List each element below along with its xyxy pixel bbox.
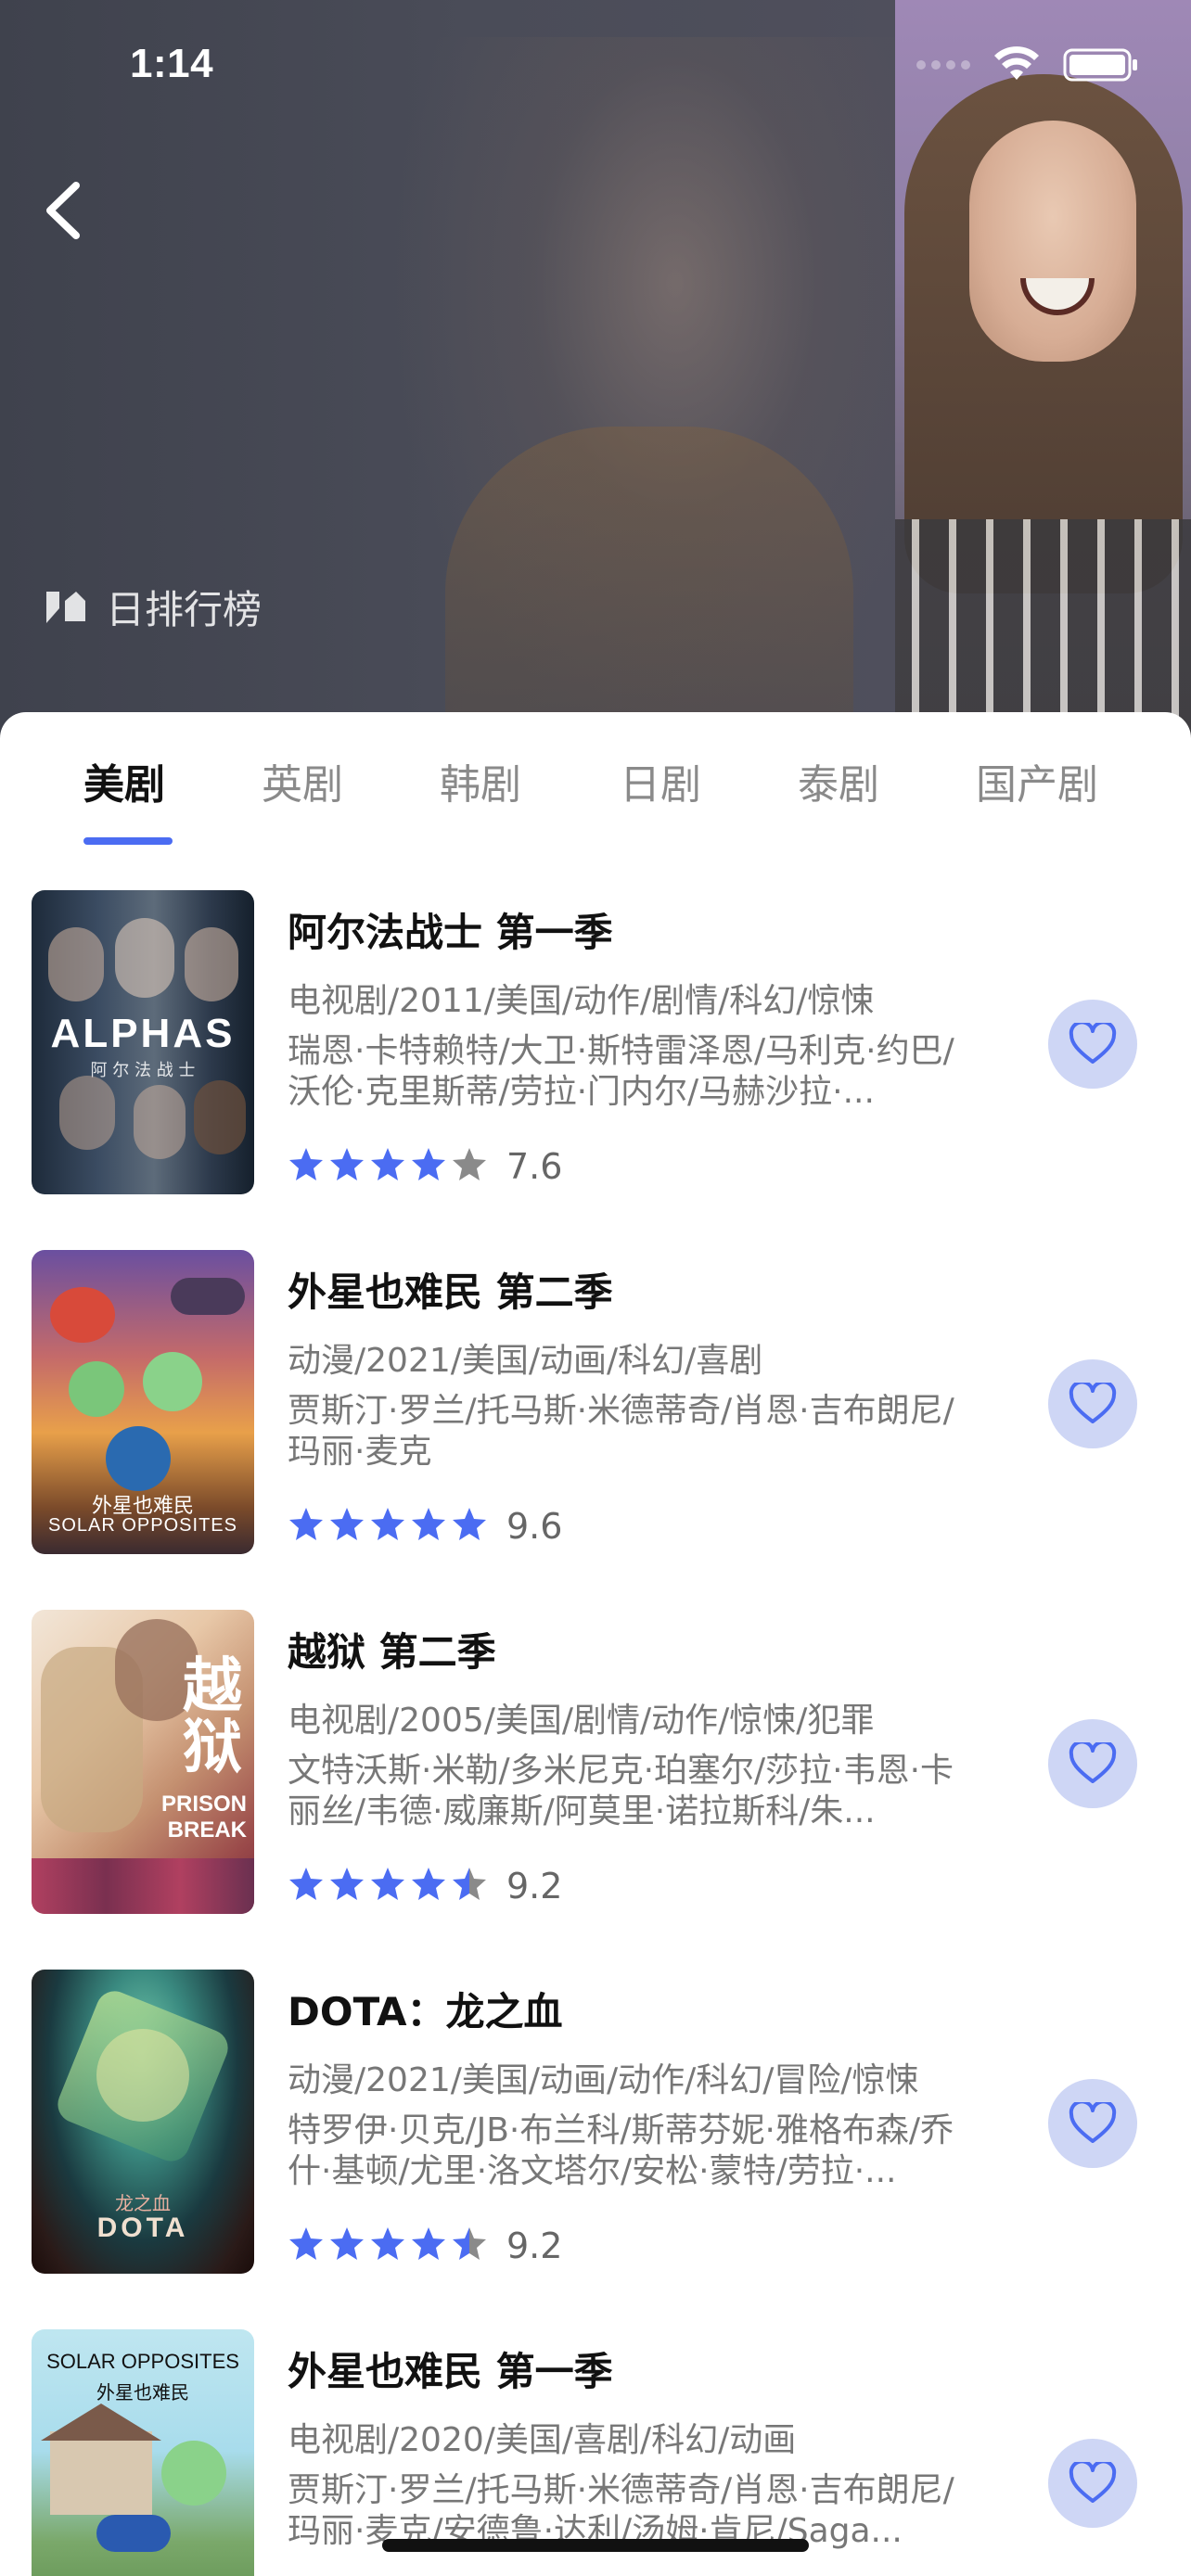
heart-icon (1069, 2462, 1117, 2503)
item-meta: 动漫/2021/美国/动画/科幻/喜剧 (288, 1342, 763, 1380)
banner-photo-right (895, 0, 1191, 742)
favorite-button[interactable] (1048, 1359, 1137, 1448)
banner-photo-face (969, 121, 1136, 362)
rating-score: 9.2 (506, 1866, 563, 1906)
active-tab-indicator (83, 837, 173, 845)
poster-subtitle: PRISON BREAK (160, 1792, 247, 1843)
tab-uk-drama[interactable]: 英剧 (262, 751, 343, 810)
poster-image: 外星也难民 SOLAR OPPOSITES (32, 1250, 254, 1554)
heart-icon (1069, 1023, 1117, 1064)
poster-title: 外星也难民 (96, 2381, 189, 2404)
poster-subtitle: 龙之血 (115, 2192, 171, 2214)
rating: 9.2 (288, 2225, 562, 2266)
home-indicator[interactable] (382, 2539, 809, 2552)
tab-thai-drama[interactable]: 泰剧 (798, 751, 879, 810)
tab-us-drama[interactable]: 美剧 (83, 751, 165, 810)
heart-icon (1069, 1742, 1117, 1783)
star-rating-icon (288, 2225, 492, 2266)
rating: 9.2 (288, 1866, 562, 1906)
heart-icon (1069, 2102, 1117, 2143)
banner-photo-left (390, 37, 909, 742)
item-cast: 特罗伊·贝克/JB·布兰科/斯蒂芬妮·雅格布森/乔什·基顿/尤里·洛文塔尔/安松… (288, 2111, 954, 2190)
favorite-button[interactable] (1048, 1000, 1137, 1089)
star-rating-icon (288, 1506, 492, 1547)
heart-icon (1069, 1383, 1117, 1423)
item-title[interactable]: DOTA：龙之血 (288, 1981, 562, 2037)
favorite-button[interactable] (1048, 1719, 1137, 1808)
header-banner: 1:14 日排行榜 (0, 0, 1191, 742)
daily-ranking-label: 日排行榜 (43, 579, 262, 635)
status-icons (916, 46, 1139, 83)
item-title[interactable]: 外星也难民 第二季 (288, 1261, 613, 1318)
rating: 9.6 (288, 1506, 562, 1547)
rank-list-icon (46, 591, 85, 623)
poster-subtitle: SOLAR OPPOSITES (46, 2350, 239, 2373)
poster-image: 越狱 PRISON BREAK (32, 1610, 254, 1914)
tab-korean-drama[interactable]: 韩剧 (440, 751, 521, 810)
rating-score: 9.2 (506, 2225, 563, 2266)
rating-score: 9.6 (506, 1506, 563, 1547)
poster-title: DOTA (96, 2213, 189, 2243)
item-meta: 电视剧/2020/美国/喜剧/科幻/动画 (288, 2421, 797, 2459)
chevron-left-icon[interactable] (37, 178, 93, 243)
rank-label-text: 日排行榜 (106, 587, 263, 632)
tab-japanese-drama[interactable]: 日剧 (620, 751, 701, 810)
item-title[interactable]: 越狱 第二季 (288, 1621, 496, 1677)
poster-subtitle: SOLAR OPPOSITES (48, 1515, 237, 1536)
item-cast: 瑞恩·卡特赖特/大卫·斯特雷泽恩/马利克·约巴/沃伦·克里斯蒂/劳拉·门内尔/马… (288, 1032, 954, 1111)
item-cast: 贾斯汀·罗兰/托马斯·米德蒂奇/肖恩·吉布朗尼/玛丽·麦克 (288, 1392, 954, 1471)
favorite-button[interactable] (1048, 2439, 1137, 2528)
poster-title: ALPHAS (50, 1011, 236, 1056)
content-sheet: 美剧 英剧 韩剧 日剧 泰剧 国产剧 ALPHAS 阿 尔 法 战 士 阿尔法战… (0, 712, 1191, 2576)
battery-icon (1063, 48, 1137, 82)
list-item[interactable]: 龙之血 DOTA DOTA：龙之血 动漫/2021/美国/动画/动作/科幻/冒险… (0, 1970, 1191, 2329)
banner-photo-shirt (445, 427, 853, 742)
item-meta: 电视剧/2011/美国/动作/剧情/科幻/惊悚 (288, 982, 875, 1020)
list-item[interactable]: 外星也难民 SOLAR OPPOSITES 外星也难民 第二季 动漫/2021/… (0, 1250, 1191, 1610)
tab-chinese-drama[interactable]: 国产剧 (976, 751, 1098, 810)
item-meta: 动漫/2021/美国/动画/动作/科幻/冒险/惊悚 (288, 2061, 919, 2099)
signal-icon (916, 60, 970, 70)
star-rating-icon (288, 1146, 492, 1187)
item-cast: 文特沃斯·米勒/多米尼克·珀塞尔/莎拉·韦恩·卡丽丝/韦德·威廉斯/阿莫里·诺拉… (288, 1752, 954, 1830)
poster-image: ALPHAS 阿 尔 法 战 士 (32, 890, 254, 1194)
banner-photo-sweater (895, 519, 1191, 742)
star-rating-icon (288, 1866, 492, 1906)
poster-title: 越狱 (183, 1652, 242, 1782)
rating-score: 7.6 (506, 1146, 563, 1187)
item-title[interactable]: 外星也难民 第一季 (288, 2340, 613, 2397)
poster-image: 龙之血 DOTA (32, 1970, 254, 2274)
rating: 7.6 (288, 1146, 562, 1187)
wifi-icon (994, 46, 1039, 80)
category-tabs: 美剧 英剧 韩剧 日剧 泰剧 国产剧 (0, 712, 1191, 849)
poster-subtitle: 阿 尔 法 战 士 (90, 1061, 196, 1080)
poster-image: SOLAR OPPOSITES 外星也难民 (32, 2329, 254, 2576)
list-item[interactable]: 越狱 PRISON BREAK 越狱 第二季 电视剧/2005/美国/剧情/动作… (0, 1610, 1191, 1970)
item-meta: 电视剧/2005/美国/剧情/动作/惊悚/犯罪 (288, 1702, 875, 1740)
status-time: 1:14 (130, 41, 214, 86)
item-title[interactable]: 阿尔法战士 第一季 (288, 901, 613, 958)
favorite-button[interactable] (1048, 2079, 1137, 2168)
list-item[interactable]: ALPHAS 阿 尔 法 战 士 阿尔法战士 第一季 电视剧/2011/美国/动… (0, 890, 1191, 1250)
